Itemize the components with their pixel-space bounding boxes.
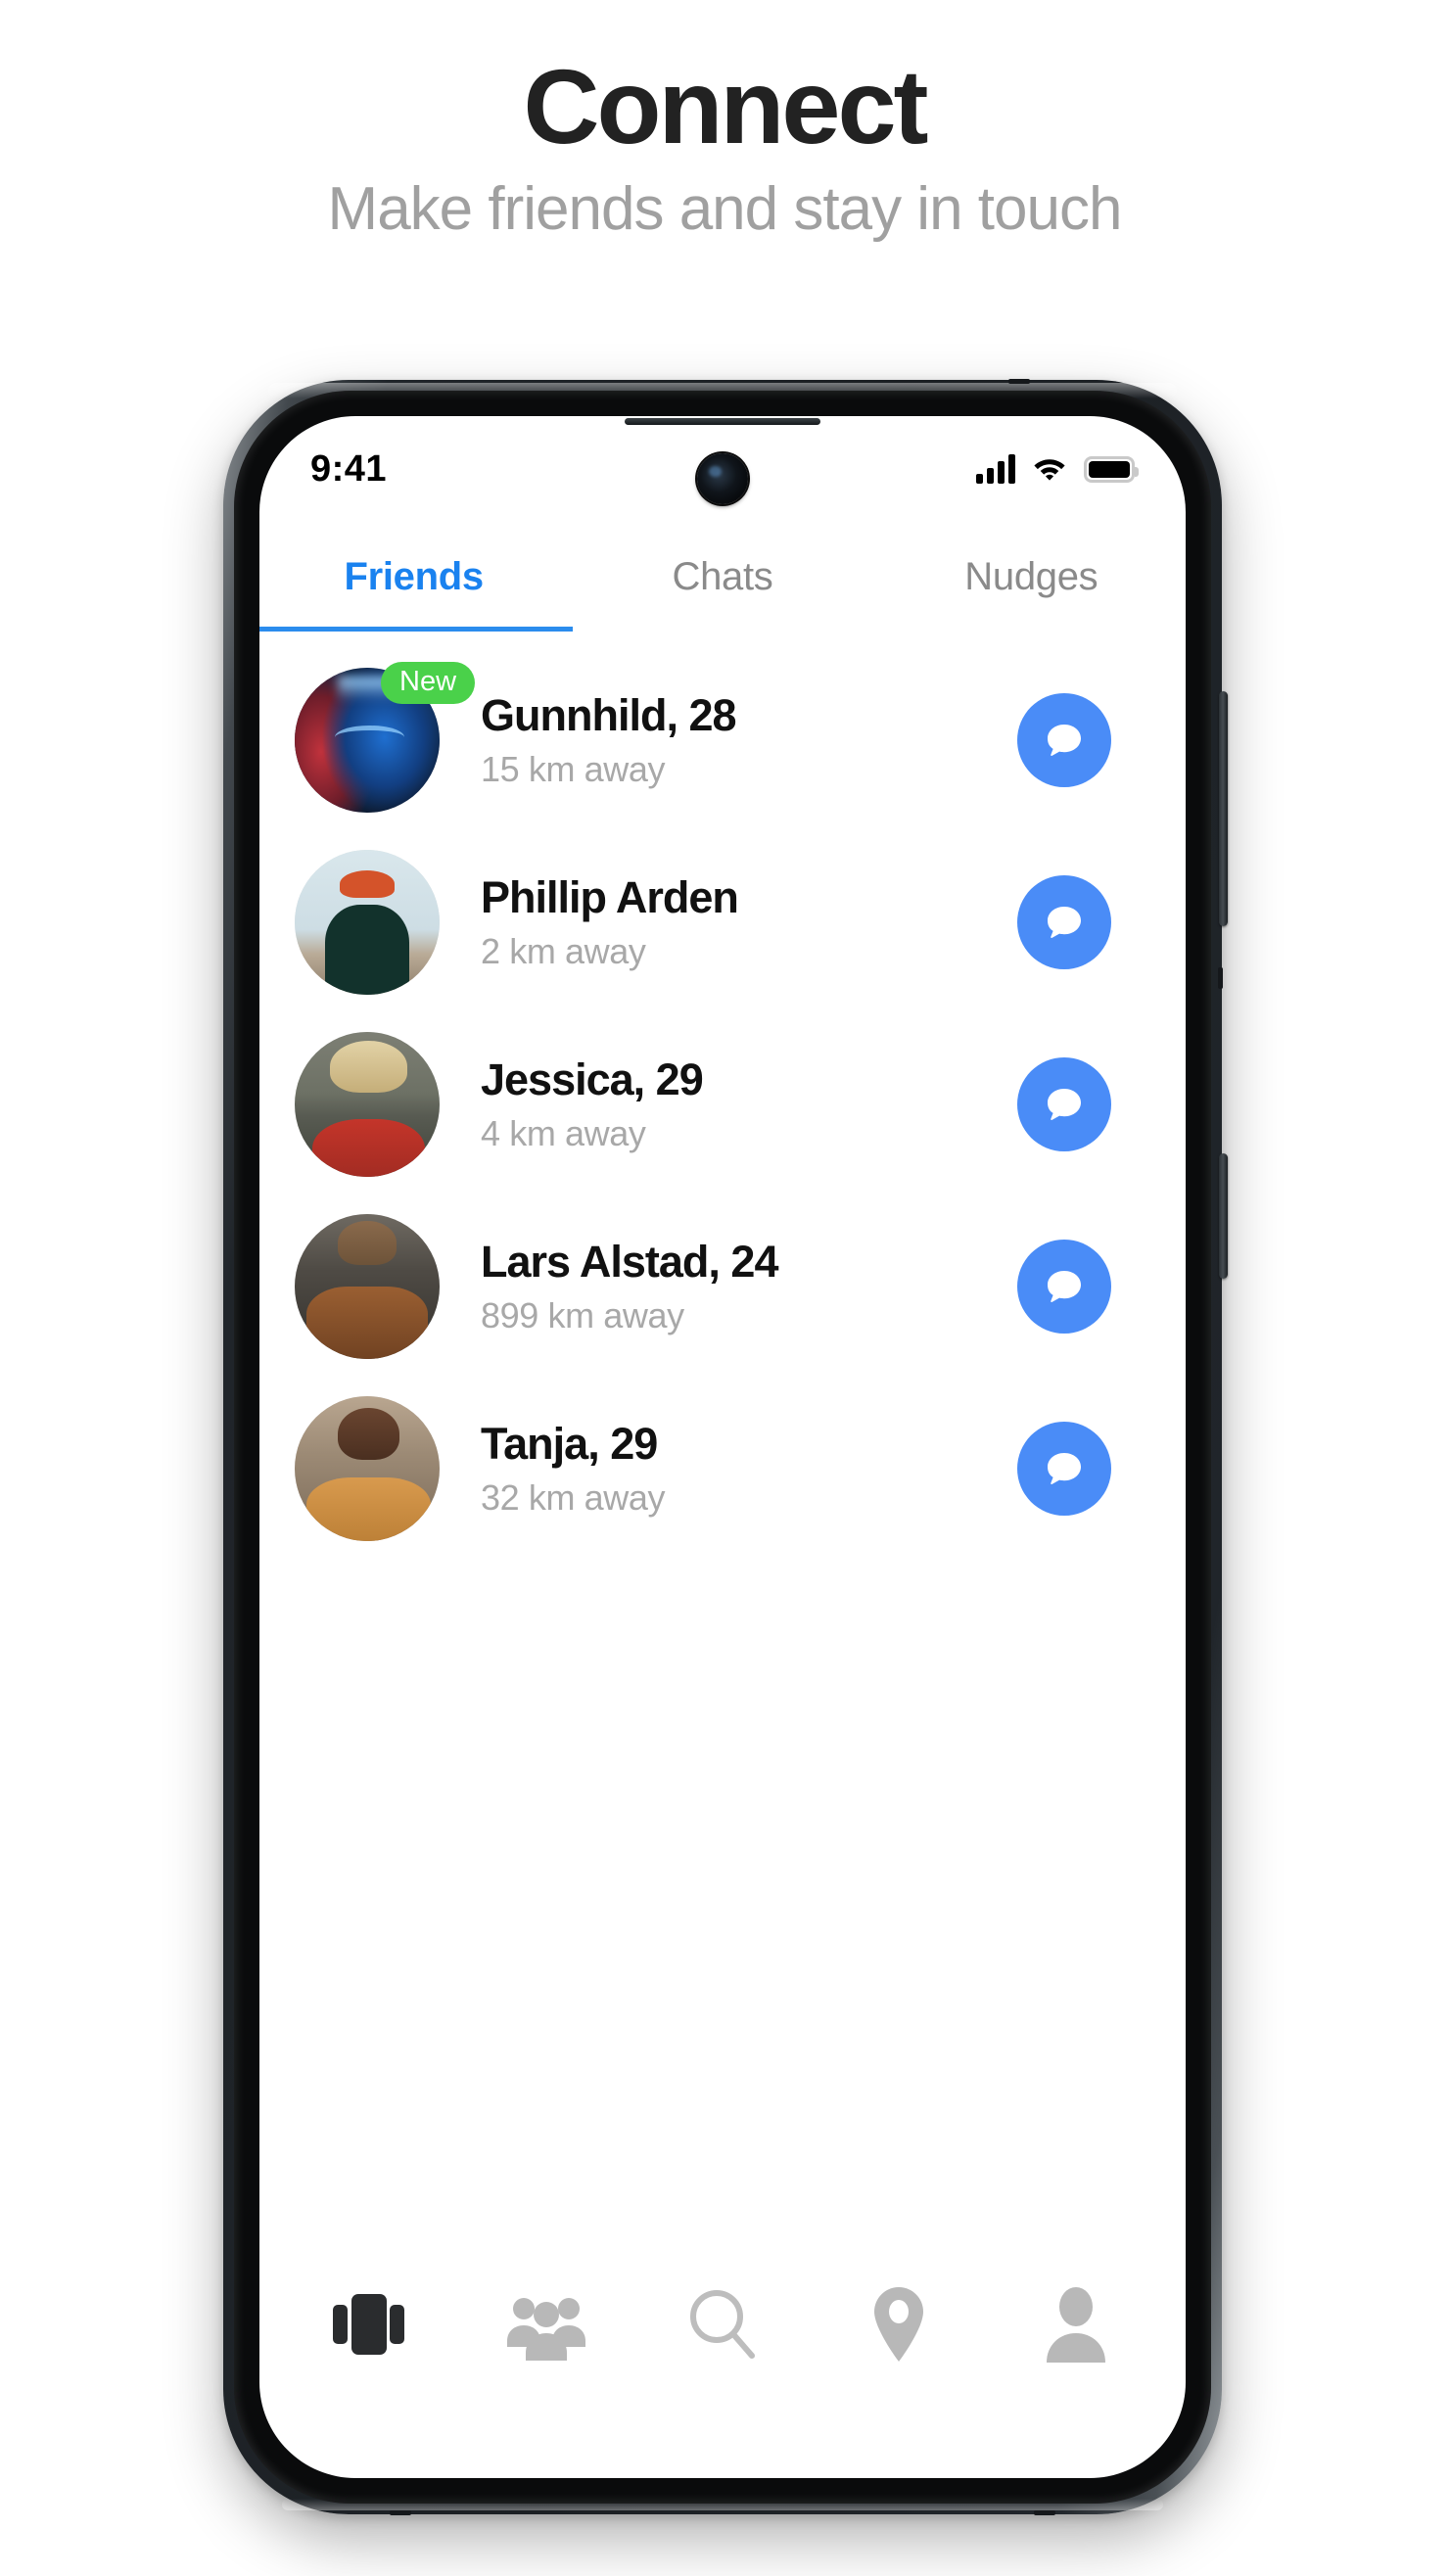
- app-store-promo-screenshot: Connect Make friends and stay in touch 9…: [0, 0, 1449, 2576]
- status-bar-indicators: [976, 453, 1139, 486]
- avatar[interactable]: [295, 1396, 440, 1541]
- avatar[interactable]: [295, 1214, 440, 1359]
- friend-name: Phillip Arden: [481, 871, 739, 922]
- chat-bubble-icon: [1048, 907, 1081, 939]
- chat-bubble-icon: [1048, 1089, 1081, 1121]
- chat-button[interactable]: [1017, 1057, 1111, 1151]
- list-item-text: Lars Alstad, 24 899 km away: [440, 1237, 1017, 1337]
- status-bar: 9:41: [259, 416, 1186, 522]
- list-item[interactable]: Lars Alstad, 24 899 km away: [259, 1195, 1186, 1378]
- avatar-wrapper: [295, 850, 440, 995]
- nav-friends[interactable]: [480, 2271, 613, 2378]
- friends-list: New Gunnhild, 28 15 km away Phillip Arde…: [259, 632, 1186, 1560]
- promo-header: Connect Make friends and stay in touch: [0, 47, 1449, 244]
- wifi-icon: [1032, 453, 1067, 486]
- people-group-icon: [506, 2298, 585, 2361]
- cards-stack-icon: [333, 2294, 405, 2355]
- nav-cards[interactable]: [303, 2271, 436, 2378]
- friend-distance: 899 km away: [481, 1295, 684, 1336]
- chat-button[interactable]: [1017, 1422, 1111, 1516]
- list-item[interactable]: Jessica, 29 4 km away: [259, 1013, 1186, 1195]
- friend-distance: 2 km away: [481, 931, 646, 972]
- cellular-signal-icon: [976, 454, 1015, 484]
- chat-bubble-icon: [1048, 1271, 1081, 1303]
- location-pin-icon: [874, 2287, 924, 2362]
- phone-screen: 9:41 Friends Chats Nudges New Gunnhild, …: [259, 416, 1186, 2478]
- list-item[interactable]: New Gunnhild, 28 15 km away: [259, 649, 1186, 831]
- friend-distance: 15 km away: [481, 749, 666, 790]
- list-item[interactable]: Tanja, 29 32 km away: [259, 1378, 1186, 1560]
- avatar-wrapper: [295, 1032, 440, 1177]
- antenna-band-bottom-left: [390, 2510, 411, 2515]
- friend-name: Jessica, 29: [481, 1054, 704, 1104]
- avatar-wrapper: [295, 1396, 440, 1541]
- list-item[interactable]: Phillip Arden 2 km away: [259, 831, 1186, 1013]
- nav-search[interactable]: [656, 2271, 789, 2378]
- antenna-band-bottom-right: [1034, 2510, 1055, 2515]
- top-tab-bar: Friends Chats Nudges: [259, 522, 1186, 632]
- power-button[interactable]: [1219, 1153, 1228, 1279]
- chat-button[interactable]: [1017, 1240, 1111, 1334]
- antenna-band-top: [1008, 379, 1030, 384]
- avatar-wrapper: [295, 1214, 440, 1359]
- list-item-text: Tanja, 29 32 km away: [440, 1419, 1017, 1520]
- friend-distance: 32 km away: [481, 1477, 666, 1519]
- friend-name: Lars Alstad, 24: [481, 1236, 778, 1287]
- avatar[interactable]: [295, 850, 440, 995]
- volume-rocker-button[interactable]: [1219, 691, 1228, 926]
- chat-bubble-icon: [1048, 725, 1081, 757]
- friend-name: Gunnhild, 28: [481, 689, 737, 740]
- profile-person-icon: [1046, 2287, 1105, 2363]
- tab-friends[interactable]: Friends: [259, 522, 568, 632]
- search-icon: [689, 2290, 755, 2359]
- avatar-wrapper: New: [295, 662, 476, 813]
- nav-profile[interactable]: [1009, 2271, 1143, 2378]
- avatar[interactable]: [295, 1032, 440, 1177]
- tab-nudges[interactable]: Nudges: [877, 522, 1186, 632]
- status-bar-clock: 9:41: [310, 447, 388, 490]
- nav-location[interactable]: [832, 2271, 965, 2378]
- friend-distance: 4 km away: [481, 1113, 646, 1154]
- phone-body: 9:41 Friends Chats Nudges New Gunnhild, …: [234, 391, 1211, 2504]
- page-subtitle: Make friends and stay in touch: [327, 175, 1123, 244]
- page-title: Connect: [523, 47, 929, 165]
- battery-full-icon: [1084, 455, 1139, 483]
- list-item-text: Jessica, 29 4 km away: [440, 1054, 1017, 1155]
- chat-button[interactable]: [1017, 875, 1111, 969]
- active-tab-indicator: [259, 627, 573, 632]
- tab-chats[interactable]: Chats: [568, 522, 876, 632]
- bottom-navigation-bar: [259, 2261, 1186, 2388]
- list-item-text: Gunnhild, 28 15 km away: [440, 690, 1017, 791]
- phone-mockup: 9:41 Friends Chats Nudges New Gunnhild, …: [223, 379, 1228, 2515]
- friend-name: Tanja, 29: [481, 1418, 658, 1469]
- chat-bubble-icon: [1048, 1453, 1081, 1485]
- antenna-band-right: [1218, 967, 1223, 989]
- chat-button[interactable]: [1017, 693, 1111, 787]
- status-badge: New: [381, 662, 476, 704]
- list-item-text: Phillip Arden 2 km away: [440, 872, 1017, 973]
